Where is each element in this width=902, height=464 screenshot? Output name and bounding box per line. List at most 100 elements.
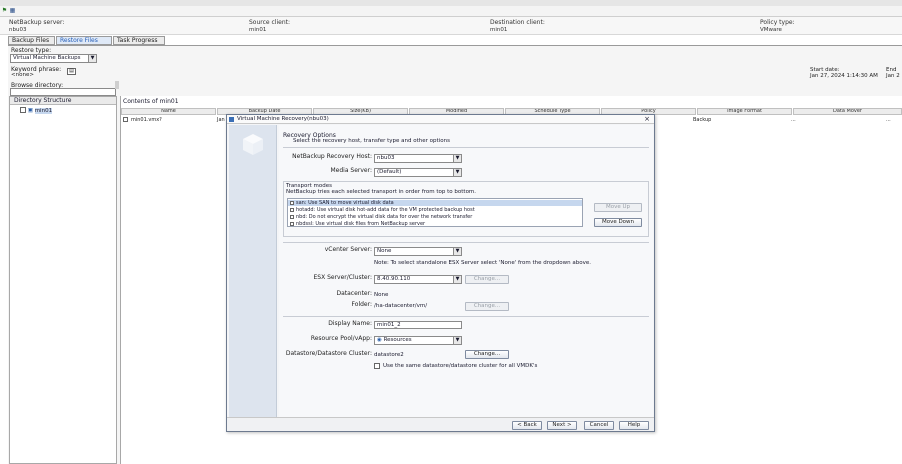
chevron-down-icon: ▼ (453, 155, 461, 162)
divider (283, 242, 649, 243)
divider (283, 316, 649, 317)
tree-checkbox[interactable] (20, 107, 26, 113)
change-folder-button[interactable]: Change... (465, 302, 509, 311)
wizard-side-graphic (229, 125, 277, 417)
vm-recovery-dialog: Virtual Machine Recovery(nbu03) × Recove… (226, 114, 655, 432)
transport-item-nbdssl[interactable]: nbdssl: Use virtual disk files from NetB… (288, 221, 582, 227)
recovery-host-value: nbu03 (377, 155, 395, 161)
restore-type-value: Virtual Machine Backups (13, 55, 81, 61)
esx-server-select[interactable]: 8.40.90.110 ▼ (374, 275, 462, 284)
chevron-down-icon: ▼ (453, 337, 461, 344)
end-date-value: Jan 2 (886, 73, 900, 79)
esx-server-value: 8.40.90.110 (377, 276, 411, 282)
recovery-host-select[interactable]: nbu03 ▼ (374, 154, 462, 163)
media-server-label: Media Server: (330, 167, 372, 174)
dialog-title: Virtual Machine Recovery(nbu03) (237, 116, 329, 122)
chevron-down-icon: ▼ (453, 276, 461, 283)
source-client-value: min01 (249, 27, 267, 33)
transport-checkbox[interactable] (290, 222, 294, 226)
same-datastore-label: Use the same datastore/datastore cluster… (383, 363, 538, 369)
back-button[interactable]: < Back (512, 421, 542, 430)
netbackup-server-value: nbu03 (9, 27, 27, 33)
cube-logo-icon (243, 134, 263, 155)
tab-task-progress[interactable]: Task Progress (113, 36, 165, 45)
datastore-value: datastore2 (374, 352, 404, 358)
transport-item-hotadd[interactable]: hotadd: Use virtual disk hot-add data fo… (288, 207, 582, 213)
row-checkbox[interactable] (123, 117, 128, 122)
restore-type-label: Restore type: (11, 47, 52, 54)
media-server-select[interactable]: (Default) ▼ (374, 168, 462, 177)
dialog-content: Recovery Options Select the recovery hos… (279, 125, 653, 417)
directory-structure-pane: Directory Structure ▣ min01 (9, 96, 117, 464)
restore-info-header: NetBackup server: nbu03 Source client: m… (0, 17, 902, 35)
green-flag-icon[interactable]: ⚑ (1, 7, 8, 15)
transport-item-nbd[interactable]: nbd: Do not encrypt the virtual disk dat… (288, 214, 582, 220)
toolbar: ⚑ ▦ (0, 6, 902, 17)
vcenter-server-label: vCenter Server: (324, 246, 372, 253)
transport-checkbox[interactable] (290, 208, 294, 212)
chevron-down-icon: ▼ (453, 169, 461, 176)
directory-structure-header: Directory Structure (10, 97, 116, 105)
dialog-footer: < Back Next > Cancel Help (227, 417, 654, 431)
folder-value: /ha-datacenter/vm/ (374, 303, 428, 309)
display-name-label: Display Name: (328, 320, 372, 327)
column-image-format[interactable]: Image Format (697, 108, 792, 115)
resource-pool-label: Resource Pool/vApp: (310, 335, 372, 342)
transport-modes-list: san: Use SAN to move virtual disk data h… (287, 198, 583, 227)
row-image-format: ... (791, 117, 796, 123)
source-client-label: Source client: (249, 19, 291, 26)
transport-checkbox[interactable] (290, 201, 294, 205)
recovery-host-label: NetBackup Recovery Host: (292, 153, 372, 160)
vcenter-note: Note: To select standalone ESX Server se… (374, 260, 591, 266)
change-datastore-button[interactable]: Change... (465, 350, 509, 359)
close-icon[interactable]: × (643, 115, 651, 124)
resource-pool-select[interactable]: ◉ Resources ▼ (374, 336, 462, 345)
next-button[interactable]: Next > (547, 421, 577, 430)
change-esx-button[interactable]: Change... (465, 275, 509, 284)
policy-type-value: VMware (760, 27, 782, 33)
folder-icon: ▣ (27, 107, 33, 114)
contents-title: Contents of min01 (123, 98, 179, 105)
browse-directory-input[interactable] (10, 88, 116, 96)
start-date-value: Jan 27, 2024 1:14:30 AM (810, 73, 878, 79)
recovery-options-subheading: Select the recovery host, transfer type … (293, 138, 450, 144)
pane-splitter[interactable] (115, 81, 119, 89)
keyword-phrase-value: <none> (11, 72, 34, 78)
chevron-down-icon: ▼ (453, 248, 461, 255)
transport-item-san[interactable]: san: Use SAN to move virtual disk data (288, 200, 582, 206)
directory-tree-label: min01 (34, 107, 53, 114)
column-name[interactable]: Name (121, 108, 216, 115)
row-name: min01.vmx? (131, 117, 162, 123)
datastore-label: Datastore/Datastore Cluster: (285, 350, 372, 357)
netbackup-server-label: NetBackup server: (9, 19, 65, 26)
tab-backup-files[interactable]: Backup Files (8, 36, 55, 45)
row-policy: Backup (693, 117, 712, 123)
cancel-button[interactable]: Cancel (584, 421, 614, 430)
same-datastore-checkbox[interactable] (374, 363, 380, 369)
directory-tree-item[interactable]: ▣ min01 (20, 107, 53, 114)
grid-icon[interactable]: ▦ (9, 7, 16, 15)
tab-restore-files[interactable]: Restore Files (56, 36, 112, 45)
resource-pool-icon: ◉ (377, 337, 382, 343)
esx-server-label: ESX Server/Cluster: (313, 274, 372, 281)
destination-client-label: Destination client: (490, 19, 545, 26)
media-server-value: (Default) (377, 169, 402, 175)
row-date: Jan (217, 117, 225, 123)
app-icon (229, 117, 234, 122)
chevron-down-icon: ▼ (88, 55, 96, 62)
folder-label: Folder: (351, 301, 372, 308)
help-button[interactable]: Help (619, 421, 649, 430)
row-data-mover: ... (886, 117, 891, 123)
policy-type-label: Policy type: (760, 19, 795, 26)
move-down-button[interactable]: Move Down (594, 218, 642, 227)
display-name-input[interactable]: min01_2 (374, 321, 462, 329)
datacenter-value: None (374, 292, 389, 298)
vcenter-server-select[interactable]: None ▼ (374, 247, 462, 256)
restore-type-select[interactable]: Virtual Machine Backups ▼ (10, 54, 97, 63)
dialog-title-bar: Virtual Machine Recovery(nbu03) × (227, 115, 654, 124)
move-up-button[interactable]: Move Up (594, 203, 642, 212)
column-data-mover[interactable]: Data Mover (793, 108, 902, 115)
transport-modes-desc: NetBackup tries each selected transport … (286, 189, 477, 195)
keyword-edit-icon[interactable]: ▤ (67, 68, 76, 75)
transport-checkbox[interactable] (290, 215, 294, 219)
